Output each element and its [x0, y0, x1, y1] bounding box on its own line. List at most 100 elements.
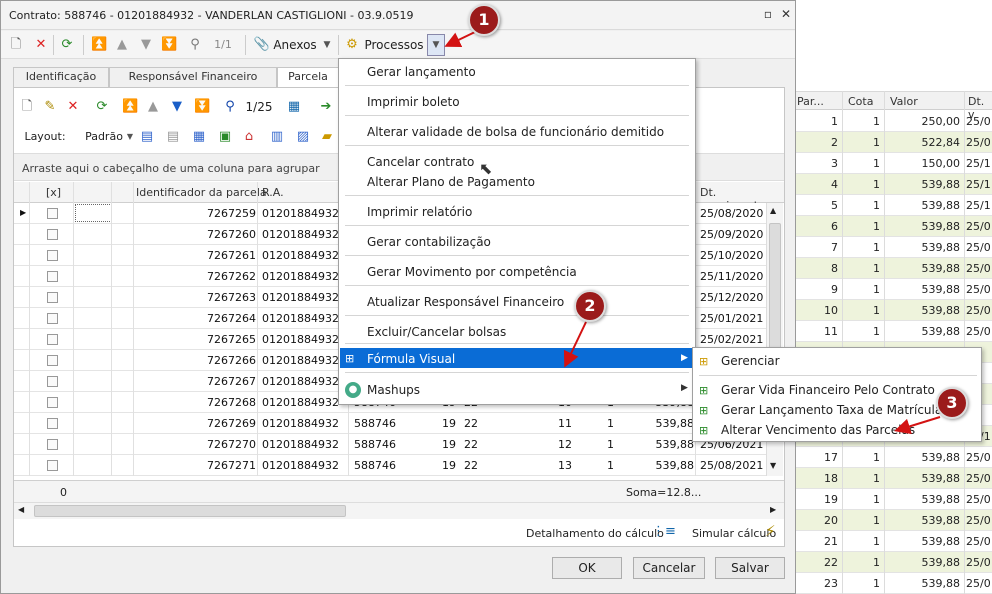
bg-cell-dtv[interactable]: 25/0	[966, 241, 991, 254]
cell-id[interactable]: 7267259	[136, 207, 256, 220]
bg-table-row[interactable]: 20 1 539,88 25/0	[792, 510, 992, 531]
cell-b[interactable]: 22	[464, 438, 478, 451]
bg-cell-parcela[interactable]: 8	[792, 262, 838, 275]
bg-table-row[interactable]: 22 1 539,88 25/0	[792, 552, 992, 573]
bg-table-row[interactable]: 23 1 539,88 25/0	[792, 573, 992, 594]
cell-due[interactable]: 25/11/2020	[700, 270, 763, 283]
row-checkbox[interactable]	[47, 418, 58, 429]
bg-cell-dtv[interactable]: 25/1	[966, 157, 991, 170]
bg-cell-parcela[interactable]: 3	[792, 157, 838, 170]
lightning-icon[interactable]: ⚡	[765, 522, 776, 540]
grid-last-icon[interactable]: ⏬	[194, 99, 210, 115]
bg-cell-dtv[interactable]: 25/0	[966, 136, 991, 149]
bg-cell-dtv[interactable]: 25/0	[966, 283, 991, 296]
bg-cell-valor[interactable]: 522,84	[886, 136, 961, 149]
bg-cell-dtv[interactable]: 25/1	[966, 178, 991, 191]
list-icon[interactable]: ⋮≡	[652, 524, 676, 539]
delete-row-icon[interactable]: ✕	[66, 99, 80, 115]
anexos-dropdown-icon[interactable]: ▼	[321, 37, 333, 53]
refresh-icon[interactable]: ⟳	[59, 37, 75, 53]
bg-cell-dtv[interactable]: 25/0	[966, 262, 991, 275]
scroll-left-icon[interactable]: ◀	[18, 505, 24, 514]
cell-due[interactable]: 25/02/2021	[700, 333, 763, 346]
cell-ra[interactable]: 01201884932	[262, 228, 339, 241]
submenu-alterar-vencimento[interactable]: Alterar Vencimento das Parcelas	[721, 423, 915, 437]
bg-cell-parcela[interactable]: 21	[792, 535, 838, 548]
row-checkbox[interactable]	[47, 292, 58, 303]
delete-icon[interactable]: ✕	[33, 37, 49, 53]
bg-cell-parcela[interactable]: 5	[792, 199, 838, 212]
bg-cell-valor[interactable]: 539,88	[886, 514, 961, 527]
bg-table-row[interactable]: 17 1 539,88 25/0	[792, 447, 992, 468]
bg-cell-cota[interactable]: 1	[844, 262, 880, 275]
bg-table-row[interactable]: 10 1 539,88 25/0	[792, 300, 992, 321]
cell-cota[interactable]: 1	[594, 438, 614, 451]
bg-cell-parcela[interactable]: 23	[792, 577, 838, 590]
bg-table-row[interactable]: 2 1 522,84 25/0	[792, 132, 992, 153]
new-doc-icon[interactable]: 🗋	[9, 37, 23, 53]
cell-ra[interactable]: 01201884932	[262, 291, 339, 304]
first-record-icon[interactable]: ⏫	[91, 37, 107, 53]
hscroll-thumb[interactable]	[34, 505, 346, 517]
cell-a[interactable]: 19	[414, 417, 456, 430]
edit-row-icon[interactable]: ✎	[42, 99, 58, 115]
bg-cell-cota[interactable]: 1	[844, 325, 880, 338]
bg-cell-cota[interactable]: 1	[844, 535, 880, 548]
row-checkbox[interactable]	[47, 397, 58, 408]
cell-due[interactable]: 25/12/2020	[700, 291, 763, 304]
scroll-up-icon[interactable]: ▲	[770, 206, 776, 215]
cell-id[interactable]: 7267269	[136, 417, 256, 430]
bg-table-row[interactable]: 6 1 539,88 25/0	[792, 216, 992, 237]
menu-alterar-validade-bolsa[interactable]: Alterar validade de bolsa de funcionário…	[367, 125, 664, 139]
cell-ra[interactable]: 01201884932	[262, 270, 339, 283]
bg-cell-cota[interactable]: 1	[844, 157, 880, 170]
bg-cell-parcela[interactable]: 6	[792, 220, 838, 233]
cell-id[interactable]: 7267268	[136, 396, 256, 409]
row-checkbox[interactable]	[47, 355, 58, 366]
bg-cell-cota[interactable]: 1	[844, 283, 880, 296]
tab-identificacao[interactable]: Identificação	[13, 67, 109, 87]
bg-cell-valor[interactable]: 150,00	[886, 157, 961, 170]
grid-next-icon[interactable]: ▼	[170, 99, 184, 115]
cell-ra[interactable]: 01201884932	[262, 417, 339, 430]
grid-prev-icon[interactable]: ▲	[146, 99, 160, 115]
col-id-header[interactable]: Identificador da parcela	[136, 186, 267, 199]
bg-cell-valor[interactable]: 539,88	[886, 304, 961, 317]
bg-cell-cota[interactable]: 1	[844, 577, 880, 590]
bg-cell-dtv[interactable]: 25/0	[966, 115, 991, 128]
menu-gerar-movimento[interactable]: Gerar Movimento por competência	[367, 265, 577, 279]
row-checkbox[interactable]	[47, 250, 58, 261]
row-checkbox[interactable]	[47, 460, 58, 471]
cell-cota[interactable]: 1	[594, 417, 614, 430]
layout-saveas-icon[interactable]: ▤	[166, 129, 180, 145]
bg-cell-dtv[interactable]: 25/0	[966, 514, 991, 527]
save-button[interactable]: Salvar	[715, 557, 785, 579]
cell-due[interactable]: 25/01/2021	[700, 312, 763, 325]
bg-cell-dtv[interactable]: 25/0	[966, 535, 991, 548]
bg-cell-valor[interactable]: 539,88	[886, 556, 961, 569]
bg-cell-dtv[interactable]: 25/0	[966, 451, 991, 464]
table-row[interactable]: 7267269012018849325887461922111539,8825/…	[14, 413, 766, 434]
layout-save-icon[interactable]: ▤	[140, 129, 154, 145]
menu-excluir-bolsas[interactable]: Excluir/Cancelar bolsas	[367, 325, 506, 339]
cell-a[interactable]: 19	[414, 438, 456, 451]
last-record-icon[interactable]: ⏬	[161, 37, 177, 53]
processos-button[interactable]: Processos	[363, 37, 425, 53]
menu-atualizar-responsavel[interactable]: Atualizar Responsável Financeiro	[367, 295, 564, 309]
anexos-button[interactable]: Anexos	[273, 37, 317, 53]
bg-cell-parcela[interactable]: 22	[792, 556, 838, 569]
grid-refresh-icon[interactable]: ⟳	[94, 99, 110, 115]
cell-parcela[interactable]: 13	[534, 459, 572, 472]
layout-import-icon[interactable]: ▣	[218, 129, 232, 145]
bg-table-row[interactable]: 8 1 539,88 25/0	[792, 258, 992, 279]
bg-table-row[interactable]: 3 1 150,00 25/1	[792, 153, 992, 174]
bg-table-row[interactable]: 11 1 539,88 25/0	[792, 321, 992, 342]
bg-cell-dtv[interactable]: 25/0	[966, 325, 991, 338]
cell-contract[interactable]: 588746	[354, 459, 396, 472]
bg-cell-valor[interactable]: 539,88	[886, 199, 961, 212]
bg-cell-parcela[interactable]: 11	[792, 325, 838, 338]
bg-cell-cota[interactable]: 1	[844, 136, 880, 149]
menu-imprimir-boleto[interactable]: Imprimir boleto	[367, 95, 460, 109]
bg-cell-valor[interactable]: 539,88	[886, 325, 961, 338]
cell-due[interactable]: 25/08/2021	[700, 459, 763, 472]
